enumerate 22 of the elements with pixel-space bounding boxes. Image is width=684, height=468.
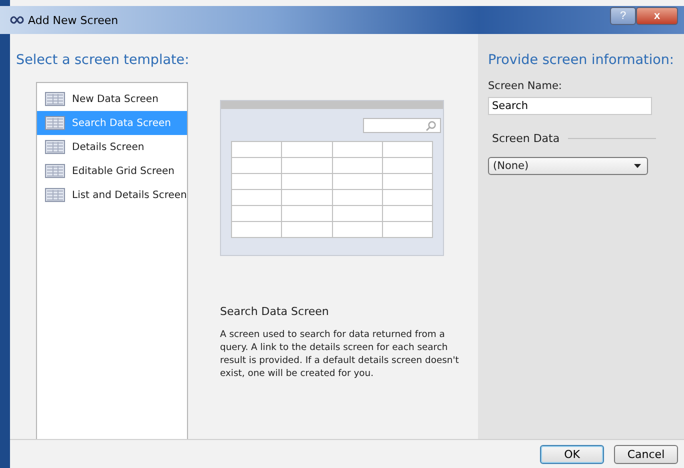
template-item[interactable]: Editable Grid Screen	[37, 159, 187, 183]
screen-data-dropdown[interactable]: (None)	[488, 157, 648, 175]
window-title: Add New Screen	[28, 14, 118, 26]
template-description: A screen used to search for data returned from a query. A link to the details screen for each search result is provided. If a default details screen doesn't exist, one will be created for you.	[220, 328, 460, 380]
grid-icon	[45, 164, 65, 178]
screen-name-field[interactable]: Search	[488, 97, 652, 115]
section-heading: Select a screen template:	[16, 52, 190, 68]
section-heading: Provide screen information:	[488, 52, 675, 68]
grid-icon	[45, 92, 65, 106]
template-item[interactable]: New Data Screen	[37, 87, 187, 111]
grid-icon	[45, 116, 65, 130]
group-label: Screen Data	[492, 132, 560, 145]
template-item[interactable]: Details Screen	[37, 135, 187, 159]
grid-icon	[45, 140, 65, 154]
field-label: Screen Name:	[488, 80, 563, 92]
grid-icon	[45, 188, 65, 202]
template-title: Search Data Screen	[220, 305, 330, 318]
template-item[interactable]: List and Details Screen	[37, 183, 187, 207]
ok-button[interactable]: OK	[540, 444, 604, 464]
caret-icon	[634, 164, 641, 168]
cancel-button[interactable]: Cancel	[614, 444, 678, 464]
infinity-icon	[10, 16, 24, 24]
